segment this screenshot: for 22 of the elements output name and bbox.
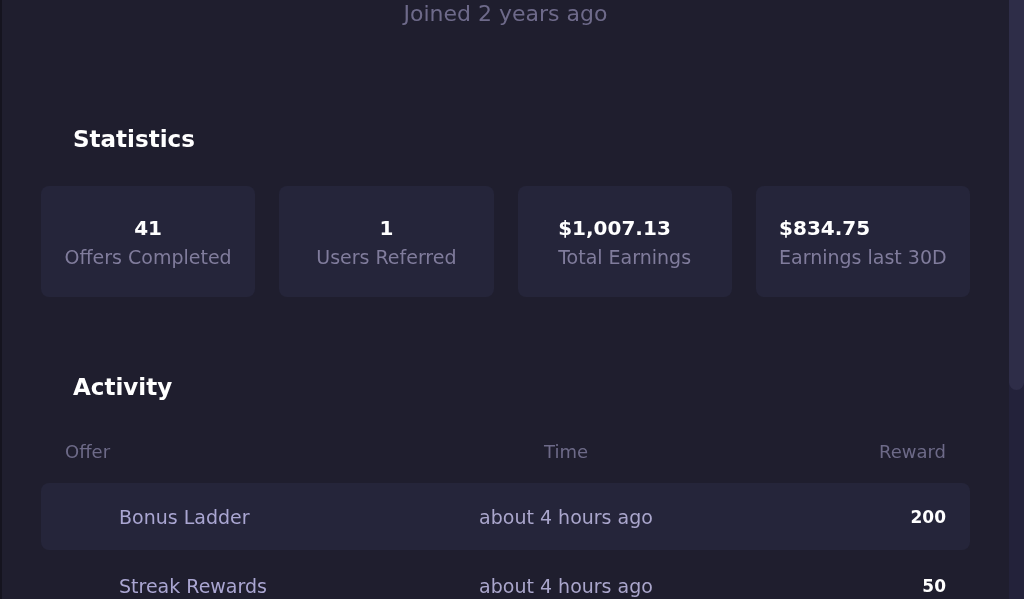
joined-text: Joined 2 years ago — [403, 0, 608, 28]
scrollbar-thumb[interactable] — [1009, 0, 1024, 390]
reward-amount: 50 — [922, 574, 946, 598]
offer-name: Bonus Ladder — [119, 504, 250, 530]
stat-value: 41 — [134, 214, 163, 242]
activity-time: about 4 hours ago — [479, 573, 653, 599]
section-title: Statistics — [73, 125, 195, 154]
stat-label: Offers Completed — [64, 244, 232, 270]
stat-label: Total Earnings — [558, 244, 692, 270]
stat-value: $834.75 — [779, 214, 871, 242]
scrollbar[interactable] — [1009, 0, 1024, 599]
activity-time: about 4 hours ago — [479, 504, 653, 530]
stat-value: $1,007.13 — [558, 214, 671, 242]
reward-amount: 200 — [910, 505, 946, 529]
stat-label: Users Referred — [316, 244, 457, 270]
column-header: Time — [543, 440, 589, 464]
section-title: Activity — [73, 373, 173, 402]
column-header: Reward — [878, 440, 946, 464]
stat-label: Earnings last 30D — [779, 244, 947, 270]
offer-name: Streak Rewards — [119, 573, 267, 599]
column-header: Offer — [65, 440, 111, 464]
stat-value: 1 — [379, 214, 394, 242]
